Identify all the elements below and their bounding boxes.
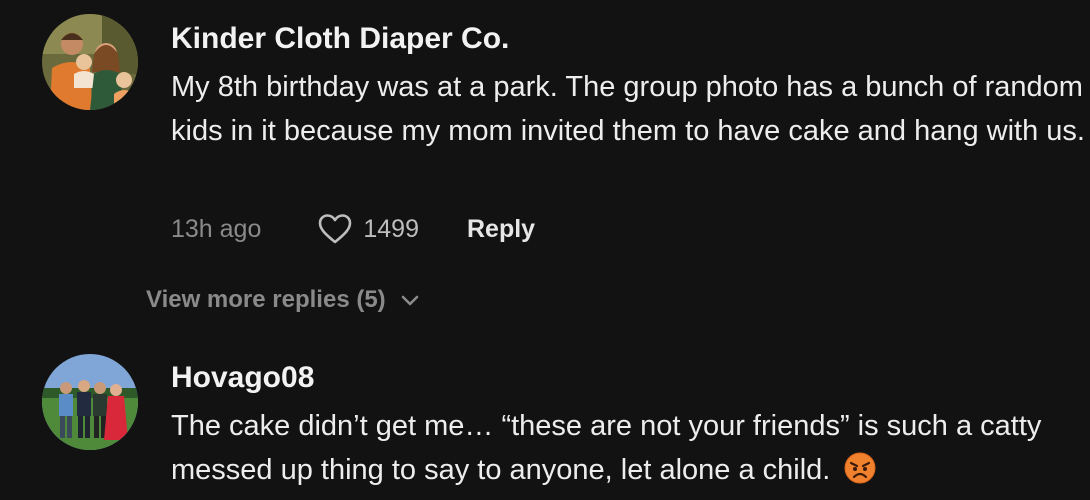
angry-face-emoji-icon xyxy=(844,452,876,484)
comment-username[interactable]: Kinder Cloth Diaper Co. xyxy=(171,22,509,56)
group-photo-avatar-icon xyxy=(42,354,138,450)
chevron-down-icon xyxy=(401,295,418,306)
family-photo-avatar-icon xyxy=(42,14,138,110)
view-more-replies-label: View more replies (5) xyxy=(146,286,386,313)
comment-text: The cake didn’t get me… “these are not y… xyxy=(171,410,1042,486)
avatar[interactable] xyxy=(42,14,138,110)
reply-button[interactable]: Reply xyxy=(467,215,535,244)
comment-text: My 8th birthday was at a park. The group… xyxy=(171,71,1085,147)
like-button[interactable]: 1499 xyxy=(317,213,419,245)
view-more-replies-button[interactable]: View more replies (5) xyxy=(146,286,420,314)
heart-icon xyxy=(319,214,352,244)
comment-actions: 13h ago 1499 Reply xyxy=(171,209,535,249)
avatar[interactable] xyxy=(42,354,138,450)
comment-username[interactable]: Hovago08 xyxy=(171,361,314,395)
comment-timestamp: 13h ago xyxy=(171,214,262,243)
comment-body: The cake didn’t get me… “these are not y… xyxy=(171,404,1071,492)
like-count: 1499 xyxy=(363,214,419,243)
